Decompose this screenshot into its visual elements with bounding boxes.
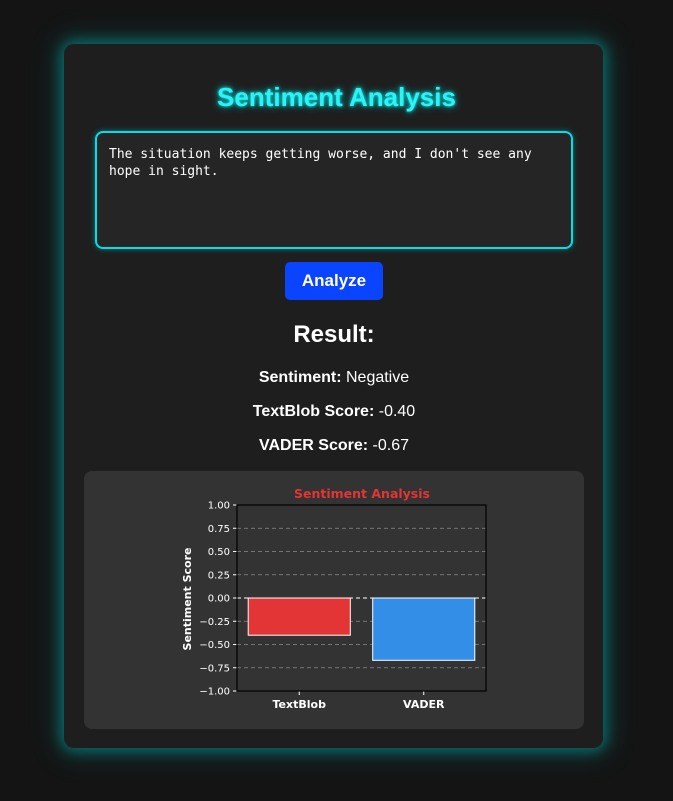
y-tick-label: 0.00 (208, 594, 230, 605)
y-axis-label: Sentiment Score (181, 548, 194, 651)
result-heading: Result: (293, 321, 375, 348)
x-tick-label: TextBlob (273, 698, 327, 711)
result-vader-value: -0.67 (372, 437, 409, 454)
x-tick-label: VADER (403, 698, 445, 711)
result-textblob-label: TextBlob Score: (252, 403, 375, 420)
y-tick-label: −1.00 (199, 687, 230, 698)
result-textblob-value: -0.40 (378, 403, 416, 420)
plot-area: 1.00 0.75 0.50 0.25 0.00 −0.25 −0.50 −0.75 −1.00… (199, 501, 487, 711)
page-title: Sentiment Analysis (217, 82, 456, 112)
y-tick-label: 0.75 (208, 524, 230, 535)
y-tick-label: −0.25 (199, 617, 230, 628)
y-tick-label: 0.50 (208, 547, 230, 558)
result-sentiment: Sentiment: Negative (0, 369, 668, 387)
chart-title: Sentiment Analysis (294, 486, 430, 501)
result-vader-label: VADER Score: (259, 437, 369, 454)
sentiment-chart: Sentiment Analysis Sentiment Score 1.00 0… (181, 486, 487, 711)
result-vader: VADER Score: -0.67 (0, 437, 668, 455)
bar-textblob (247, 597, 351, 636)
chart-panel: Sentiment Analysis Sentiment Score 1.00 0… (84, 471, 584, 729)
result-textblob: TextBlob Score: -0.40 (0, 403, 668, 421)
y-tick-label: −0.75 (199, 663, 230, 674)
y-tick-label: −0.50 (199, 640, 230, 651)
y-tick-label: 0.25 (208, 570, 230, 581)
result-sentiment-label: Sentiment: (258, 369, 342, 386)
result-sentiment-value: Negative (345, 369, 410, 386)
text-input[interactable] (95, 131, 573, 249)
bar-vader (372, 597, 476, 661)
y-tick-label: 1.00 (208, 501, 230, 512)
analyze-button[interactable]: Analyze (285, 262, 383, 300)
